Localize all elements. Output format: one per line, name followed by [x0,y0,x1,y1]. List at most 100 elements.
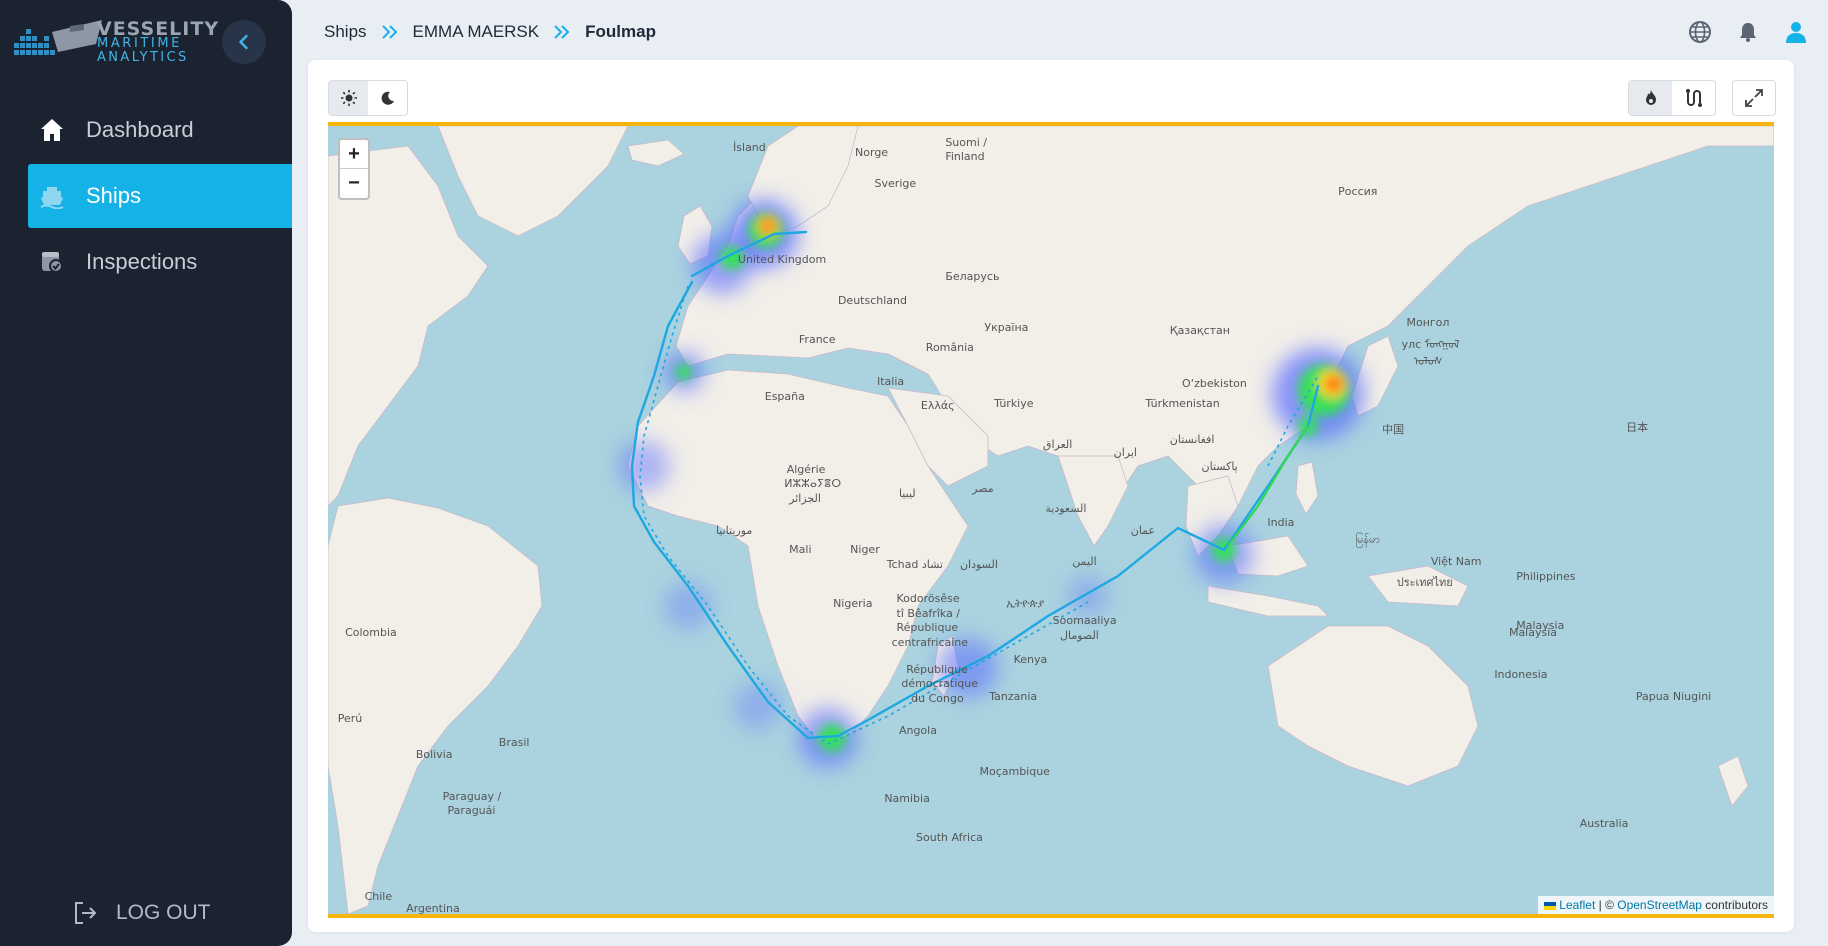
breadcrumb-current: Foulmap [585,22,656,41]
brand-tagline-2: ANALYTICS [97,50,189,65]
map-place-label: Suomi / [945,135,987,149]
map-place-label: ኢትዮጵያ [1006,596,1045,610]
map-place-label: Malaysia [1508,626,1558,640]
map-place-label: الجزائر [789,492,821,505]
breadcrumb: Ships EMMA MAERSK Foulmap [324,20,656,44]
foul-map[interactable]: Ísland Norge Suomi / Finland Sverige Россия Un… [328,122,1774,918]
map-place-label: Paraguay / [442,789,502,803]
language-globe-icon[interactable] [1686,18,1714,46]
map-place-label: ประเทศไทย [1396,575,1453,589]
leaflet-link[interactable]: Leaflet [1559,898,1595,912]
map-place-label: Moçambique [979,765,1050,779]
map-place-label: افغانستان [1169,433,1215,447]
ship-logo-icon [14,20,102,55]
map-place-label: Australia [1579,816,1629,830]
map-place-label: Finland [945,150,985,164]
map-place-label: Sverige [874,177,917,191]
map-attribution: Leaflet | © OpenStreetMap contributors [1538,896,1774,914]
map-place-label: Brasil [498,736,530,749]
map-place-label: Soomaaliya [1052,614,1117,627]
map-place-label: South Africa [916,831,983,845]
map-place-label: Ísland [733,140,766,154]
map-tiles [328,126,1774,914]
map-place-label: الصومال [1060,628,1099,642]
expand-icon [1745,89,1763,107]
ukraine-flag-icon [1544,901,1557,910]
map-place-label: România [925,340,974,354]
logout-button[interactable]: LOG OUT [70,898,211,928]
map-place-label: centrafricaine [891,635,969,649]
map-place-label: السعودية [1045,501,1087,515]
moon-icon [381,91,394,105]
route-layer-button[interactable] [1672,81,1715,115]
map-place-label: Ελλάς [920,399,955,413]
sidebar-item-label: Dashboard [86,117,194,142]
header-actions [1666,18,1810,46]
map-theme-toggle [328,80,408,116]
breadcrumb-ships[interactable]: Ships [324,22,367,42]
map-place-label: Chile [364,889,393,903]
zoom-control: + − [338,138,370,200]
map-place-label: Algérie [786,462,826,476]
map-place-label: Tanzania [989,689,1038,703]
map-place-label: Deutschland [837,294,907,308]
sun-icon [340,90,357,106]
map-place-label: Angola [898,723,937,737]
sidebar-item-dashboard[interactable]: Dashboard [28,98,292,162]
zoom-out-button[interactable]: − [340,169,368,198]
breadcrumb-ship-name[interactable]: EMMA MAERSK [413,22,540,42]
collapse-sidebar-button[interactable] [222,20,266,64]
map-place-label: India [1267,516,1295,530]
map-place-label: ᠤᠯᠤᠰ [1413,355,1443,369]
map-place-label: Nigeria [833,596,873,610]
sidebar-item-inspections[interactable]: Inspections [28,230,292,294]
map-place-label: Namibia [884,792,930,806]
heatmap-layer-button[interactable] [1629,81,1672,115]
double-chevron-right-icon [381,24,399,40]
map-place-label: Kenya [1013,653,1048,667]
map-place-label: Kodorösêse [896,592,960,606]
fullscreen-button[interactable] [1732,80,1776,116]
inspection-icon [36,246,68,278]
map-place-label: Indonesia [1494,667,1548,681]
map-place-label: السودان [959,557,998,571]
map-place-label: مصر [972,482,994,496]
map-place-label: ليبيا [898,487,916,501]
map-place-label: Монгол [1406,316,1450,330]
attribution-separator: | © [1595,898,1618,912]
map-place-label: ایران [1113,445,1137,459]
flame-icon [1645,90,1656,105]
map-place-label: عمان [1130,523,1156,537]
map-place-label: Italia [877,374,905,388]
map-place-label: العراق [1042,438,1073,452]
map-place-label: Philippines [1516,570,1576,584]
sidebar-nav: Dashboard Ships Inspections [28,98,292,296]
map-place-label: ⵍⵣⵣⴰⵢⴻⵔ [784,477,842,491]
user-avatar-icon[interactable] [1782,18,1810,46]
map-layer-toggle [1628,80,1716,116]
sidebar: VESSELITY MARITIME ANALYTICS Dashboard S… [0,0,292,946]
zoom-in-button[interactable]: + [340,140,368,169]
map-place-label: Беларусь [945,269,1000,283]
foulmap-panel: Ísland Norge Suomi / Finland Sverige Россия Un… [308,60,1794,932]
map-place-label: Türkmenistan [1145,396,1220,410]
map-place-label: Argentina [406,901,460,915]
map-place-label: Türkiye [994,396,1034,410]
notification-bell-icon[interactable] [1734,18,1762,46]
map-place-label: Россия [1338,184,1378,198]
osm-link[interactable]: OpenStreetMap [1617,898,1702,912]
dark-theme-button[interactable] [368,81,407,115]
map-place-label: اليمن [1072,555,1097,569]
map-place-label: République [896,621,959,635]
sidebar-item-ships[interactable]: Ships [28,164,292,228]
map-place-label: démocratique [901,677,978,691]
home-icon [36,114,68,146]
map-place-label: République [906,662,968,676]
map-place-label: Україна [984,321,1029,335]
light-theme-button[interactable] [329,81,368,115]
map-place-label: Việt Nam [1430,555,1482,569]
ship-icon [36,180,68,212]
logout-icon [70,898,100,928]
map-place-label: موريتانيا [715,523,753,537]
map-place-label: Niger [850,543,880,557]
